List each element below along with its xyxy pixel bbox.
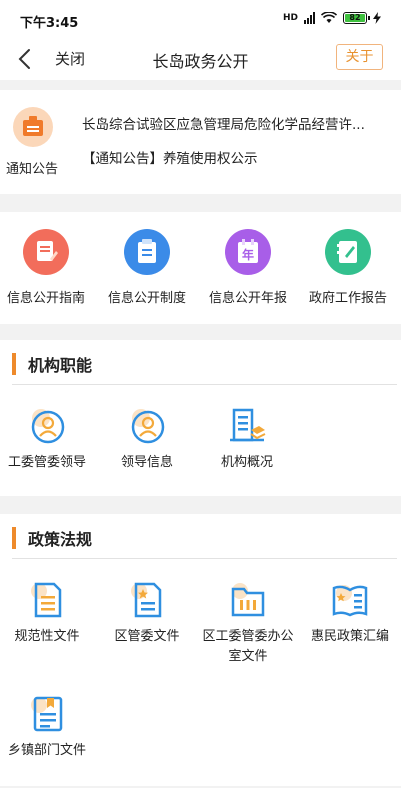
policy-item-label-line: 区工委管委办公 <box>202 629 294 644</box>
policy-item-label: 区工委管委办公 室文件 <box>196 627 300 667</box>
org-item-leaders[interactable]: 工委管委领导 <box>0 406 95 473</box>
policy-section: 政策法规 规范性文件 区管委文件 区工委管委办公 室文件 惠民政策汇编 乡镇部门… <box>0 514 401 786</box>
notice-card: 通知公告 长岛综合试验区应急管理局危险化学品经营许... 【通知公告】养殖使用权… <box>0 90 401 194</box>
policy-item-committee[interactable]: 区管委文件 <box>99 580 195 647</box>
battery-level: 82 <box>345 14 365 22</box>
quick-entry-grid: 信息公开指南 信息公开制度 年 信息公开年报 政府工作报告 <box>0 212 401 324</box>
divider <box>12 384 397 385</box>
org-item-overview[interactable]: 机构概况 <box>199 406 295 473</box>
annual-report-icon: 年 <box>225 229 271 275</box>
signal-icon <box>304 12 315 24</box>
annual-glyph: 年 <box>242 247 254 262</box>
quick-item-label: 信息公开指南 <box>6 291 85 306</box>
policy-item-benefit[interactable]: 惠民政策汇编 <box>302 580 398 647</box>
section-accent-bar <box>12 353 16 375</box>
policy-item-label: 惠民政策汇编 <box>310 629 389 644</box>
section-header: 政策法规 <box>12 526 92 550</box>
status-time: 下午3:45 <box>20 16 79 31</box>
nav-bar: 关闭 长岛政务公开 关于 <box>0 38 401 80</box>
policy-item-label-line: 室文件 <box>228 649 268 664</box>
policy-item-label: 区管委文件 <box>114 629 180 644</box>
section-accent-bar <box>12 527 16 549</box>
policy-item-township[interactable]: 乡镇部门文件 <box>0 694 95 761</box>
clipboard-icon <box>124 229 170 275</box>
leader-icon <box>27 406 67 446</box>
bookmark-document-icon <box>27 694 67 734</box>
charging-icon <box>373 12 381 24</box>
policy-item-office[interactable]: 区工委管委办公 室文件 <box>196 580 300 667</box>
status-bar: 下午3:45 HD 82 <box>0 0 401 38</box>
org-item-leader-info[interactable]: 领导信息 <box>99 406 195 473</box>
policy-item-label: 规范性文件 <box>14 629 80 644</box>
status-indicators: HD 82 <box>283 12 381 24</box>
open-book-icon <box>330 580 370 620</box>
quick-item-label: 政府工作报告 <box>308 291 387 306</box>
edit-document-icon <box>23 229 69 275</box>
quick-item-label: 信息公开制度 <box>107 291 186 306</box>
section-header: 机构职能 <box>12 352 92 376</box>
org-section: 机构职能 工委管委领导 领导信息 机构概况 <box>0 340 401 496</box>
policy-item-label: 乡镇部门文件 <box>7 743 86 758</box>
quick-item-info-guide[interactable]: 信息公开指南 <box>0 229 96 306</box>
notice-item[interactable]: 【通知公告】养殖使用权公示 <box>82 147 258 167</box>
person-info-icon <box>127 406 167 446</box>
battery-icon: 82 <box>343 12 370 24</box>
network-type: HD <box>282 13 298 23</box>
notice-label[interactable]: 通知公告 <box>6 158 58 177</box>
notice-icon[interactable] <box>13 107 53 147</box>
quick-item-work-report[interactable]: 政府工作报告 <box>298 229 398 306</box>
org-item-label: 机构概况 <box>220 455 273 470</box>
building-icon <box>227 406 267 446</box>
org-item-label: 工委管委领导 <box>7 455 86 470</box>
wifi-icon <box>321 12 337 23</box>
quick-item-info-system[interactable]: 信息公开制度 <box>97 229 197 306</box>
document-icon <box>27 580 67 620</box>
quick-item-label: 信息公开年报 <box>208 291 287 306</box>
policy-item-normative[interactable]: 规范性文件 <box>0 580 95 647</box>
folder-icon <box>228 580 268 620</box>
org-item-label: 领导信息 <box>120 455 173 470</box>
divider <box>12 558 397 559</box>
about-button[interactable]: 关于 <box>336 44 383 70</box>
star-document-icon <box>127 580 167 620</box>
quick-item-annual-report[interactable]: 年 信息公开年报 <box>198 229 298 306</box>
section-title: 政策法规 <box>28 530 93 549</box>
notice-item[interactable]: 长岛综合试验区应急管理局危险化学品经营许... <box>82 113 365 133</box>
section-title: 机构职能 <box>28 356 93 375</box>
report-book-icon <box>325 229 371 275</box>
